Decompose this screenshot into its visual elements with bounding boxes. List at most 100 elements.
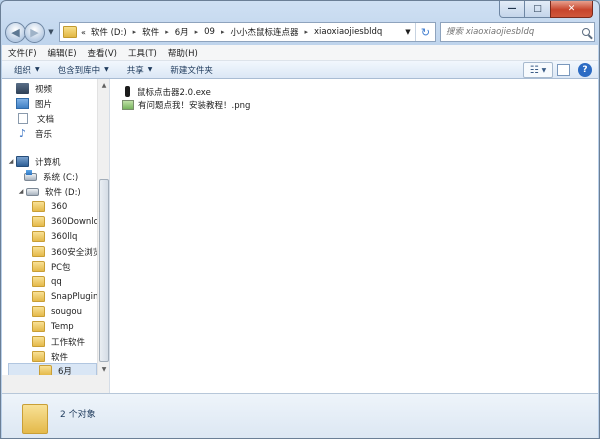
tree-item-label: 360 [51,201,68,212]
maximize-button[interactable]: □ [525,1,550,18]
view-tools: ☷ ▼ ? [519,62,592,78]
tree-item-folder[interactable]: sougou [32,304,82,319]
tree-item-documents[interactable]: 文档 [18,111,54,126]
address-dropdown-button[interactable]: ▼ [401,23,415,41]
folder-icon [22,404,48,434]
folder-icon [32,231,45,242]
folder-icon [32,276,45,287]
forward-button[interactable]: ▶ [24,21,45,43]
folder-icon [32,246,45,257]
folder-icon [32,306,45,317]
tree-item-drive-c[interactable]: 系统 (C:) [24,169,78,184]
breadcrumb-item[interactable]: 09 [204,27,215,37]
documents-library-icon [18,113,28,124]
share-button[interactable]: 共享 ▼ [127,64,153,76]
scrollbar-thumb[interactable] [99,179,109,362]
breadcrumb-separator[interactable]: ▸ [305,28,309,36]
tree-item-pictures[interactable]: 图片 [16,96,52,111]
preview-pane-button[interactable] [557,64,570,76]
menu-tools[interactable]: 工具(T) [128,47,157,59]
tree-item-folder[interactable]: 工作软件 [32,334,85,349]
tree-item-label: Temp [51,321,74,332]
file-item[interactable]: 鼠标点击器2.0.exe [122,85,211,98]
tree-item-videos[interactable]: 视频 [16,81,52,96]
search-icon [582,28,590,36]
navigation-bar: ◀ ▶ ▼ « 软件 (D:) ▸ 软件 ▸ 6月 ▸ 09 ▸ 小小杰鼠标连点… [5,20,595,44]
menu-help[interactable]: 帮助(H) [168,47,198,59]
breadcrumb-item[interactable]: 小小杰鼠标连点器 [230,26,298,38]
tree-item-computer[interactable]: ◢ 计算机 [6,154,61,169]
close-button[interactable]: ✕ [550,1,593,18]
back-button[interactable]: ◀ [5,21,26,43]
recent-pages-button[interactable]: ▼ [45,22,57,42]
item-count: 2 个对象 [60,410,96,420]
tree-item-folder[interactable]: qq [32,274,62,289]
tree-item-folder[interactable]: 360 [32,199,67,214]
menu-file[interactable]: 文件(F) [8,47,37,59]
tree-item-label: 工作软件 [51,337,86,348]
refresh-button[interactable]: ↻ [415,23,435,41]
drive-c-icon [24,169,37,181]
breadcrumb-separator[interactable]: ▸ [195,28,199,36]
breadcrumb-separator[interactable]: ▸ [165,28,169,36]
search-box[interactable] [440,22,595,42]
tree-item-label: 软件 (D:) [45,187,81,198]
breadcrumb-separator[interactable]: ▸ [221,28,225,36]
menu-view[interactable]: 查看(V) [88,47,117,59]
breadcrumb-item[interactable]: xiaoxiaojiesbldq [314,27,382,37]
folder-icon [32,216,45,227]
navigation-pane-scrollbar[interactable]: ▲ ▼ [97,79,109,375]
music-note-icon: ♪ [18,127,27,140]
tree-item-folder[interactable]: SnapPlugin [32,289,98,304]
folder-icon [32,321,45,332]
tree-item-label: 视频 [35,84,53,95]
tree-item-drive-d[interactable]: ◢ 软件 (D:) [16,184,81,199]
expand-arrow-icon[interactable]: ◢ [6,158,16,165]
scroll-up-button[interactable]: ▲ [98,79,109,91]
tree-item-label: sougou [51,306,82,317]
scroll-down-button[interactable]: ▼ [98,363,109,375]
expand-arrow-icon[interactable]: ◢ [16,188,26,195]
new-folder-button[interactable]: 新建文件夹 [170,64,213,76]
change-view-button[interactable]: ☷ ▼ [523,62,553,78]
navigation-pane: 视频 图片 文档 ♪ 音乐 ◢ 计算机 系统 (C:) ◢ 软件 (D:) 36… [2,79,110,393]
share-label: 共享 [126,65,144,76]
menu-edit[interactable]: 编辑(E) [48,47,77,59]
explorer-window: — □ ✕ ◀ ▶ ▼ « 软件 (D:) ▸ 软件 ▸ 6月 ▸ 09 ▸ 小… [0,0,600,439]
search-input[interactable] [446,27,574,37]
menu-bar: 文件(F) 编辑(E) 查看(V) 工具(T) 帮助(H) [2,45,598,61]
breadcrumb: « 软件 (D:) ▸ 软件 ▸ 6月 ▸ 09 ▸ 小小杰鼠标连点器 ▸ xi… [81,26,382,38]
tree-item-folder[interactable]: 软件 [32,349,68,364]
file-item[interactable]: 有问题点我！安装教程！.png [122,98,250,111]
tree-item-label: 计算机 [35,157,61,168]
details-pane: 2 个对象 [2,393,598,438]
address-bar[interactable]: « 软件 (D:) ▸ 软件 ▸ 6月 ▸ 09 ▸ 小小杰鼠标连点器 ▸ xi… [59,22,436,42]
folder-icon [32,201,45,212]
minimize-button[interactable]: — [499,1,525,18]
chevron-down-icon: ▼ [104,66,109,73]
main-area: 视频 图片 文档 ♪ 音乐 ◢ 计算机 系统 (C:) ◢ 软件 (D:) 36… [2,79,598,393]
video-library-icon [16,83,29,94]
organize-button[interactable]: 组织 ▼ [14,64,40,76]
breadcrumb-item[interactable]: 软件 [142,26,159,38]
chevron-down-icon[interactable]: ▼ [542,67,547,74]
organize-label: 组织 [14,65,32,76]
tree-item-music[interactable]: ♪ 音乐 [16,126,52,141]
computer-icon [16,156,29,167]
help-button[interactable]: ? [578,63,592,77]
breadcrumb-separator[interactable]: ▸ [133,28,137,36]
new-folder-label: 新建文件夹 [170,65,213,76]
breadcrumb-overflow[interactable]: « [81,28,86,37]
tree-item-folder[interactable]: 360llq [32,229,77,244]
tree-item-folder[interactable]: PC包 [32,259,71,274]
include-in-library-button[interactable]: 包含到库中 ▼ [58,64,109,76]
breadcrumb-item[interactable]: 软件 (D:) [91,26,127,38]
tree-item-label: PC包 [51,262,71,273]
folder-icon [32,261,45,272]
pictures-library-icon [16,98,29,109]
breadcrumb-item[interactable]: 6月 [175,26,189,38]
tree-item-label: SnapPlugin [51,291,99,302]
command-bar: 组织 ▼ 包含到库中 ▼ 共享 ▼ 新建文件夹 ☷ ▼ ? [2,61,598,79]
tree-item-folder[interactable]: Temp [32,319,74,334]
horizontal-scrollbar[interactable] [2,375,109,393]
